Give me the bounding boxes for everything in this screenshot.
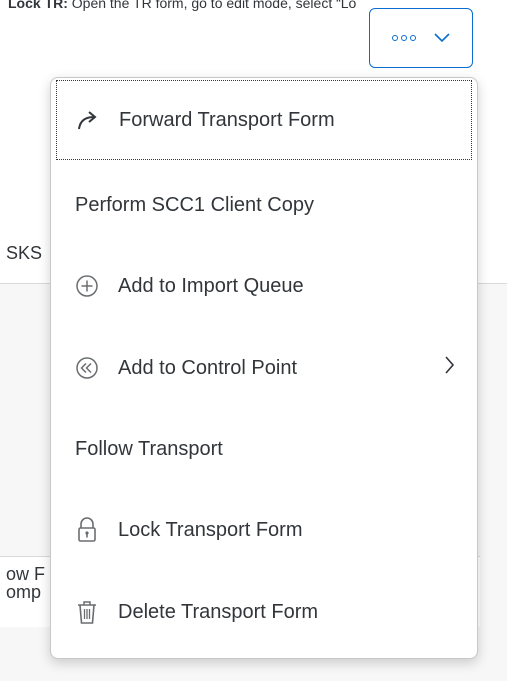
row-text-line1: ow F xyxy=(6,564,46,584)
tab-label-fragment: SKS xyxy=(6,243,43,263)
chevron-right-icon xyxy=(445,356,455,374)
menu-item-label: Add to Import Queue xyxy=(118,274,304,297)
menu-item-perform-scc1-client-copy[interactable]: Perform SCC1 Client Copy xyxy=(51,165,477,245)
menu-item-add-to-control-point[interactable]: Add to Control Point xyxy=(51,328,477,408)
lock-icon xyxy=(73,516,101,544)
menu-item-forward-transport-form[interactable]: Forward Transport Form xyxy=(56,80,472,160)
menu-item-add-to-import-queue[interactable]: Add to Import Queue xyxy=(51,246,477,326)
trash-icon xyxy=(73,598,101,626)
chevron-down-icon xyxy=(434,33,450,43)
menu-item-label: Delete Transport Form xyxy=(118,600,319,623)
menu-item-label: Forward Transport Form xyxy=(119,108,335,131)
menu-item-label: Perform SCC1 Client Copy xyxy=(75,193,314,216)
menu-item-label: Follow Transport xyxy=(75,437,223,460)
overflow-dots-icon xyxy=(392,35,416,41)
menu-item-lock-transport-form[interactable]: Lock Transport Form xyxy=(51,490,477,570)
menu-item-label: Lock Transport Form xyxy=(118,518,303,541)
rewind-circle-icon xyxy=(73,354,101,382)
menu-item-label: Add to Control Point xyxy=(118,356,297,379)
instruction-body: Open the TR form, go to edit mode, selec… xyxy=(71,0,357,11)
more-actions-button[interactable] xyxy=(369,8,473,68)
actions-menu: Forward Transport Form Perform SCC1 Clie… xyxy=(50,77,478,659)
forward-arrow-icon xyxy=(74,106,102,134)
menu-item-delete-transport-form[interactable]: Delete Transport Form xyxy=(51,572,477,652)
menu-item-follow-transport[interactable]: Follow Transport xyxy=(51,409,477,489)
add-circle-icon xyxy=(73,272,101,300)
row-text-line2: omp xyxy=(6,582,42,602)
instruction-step: Lock TR: xyxy=(8,0,68,11)
